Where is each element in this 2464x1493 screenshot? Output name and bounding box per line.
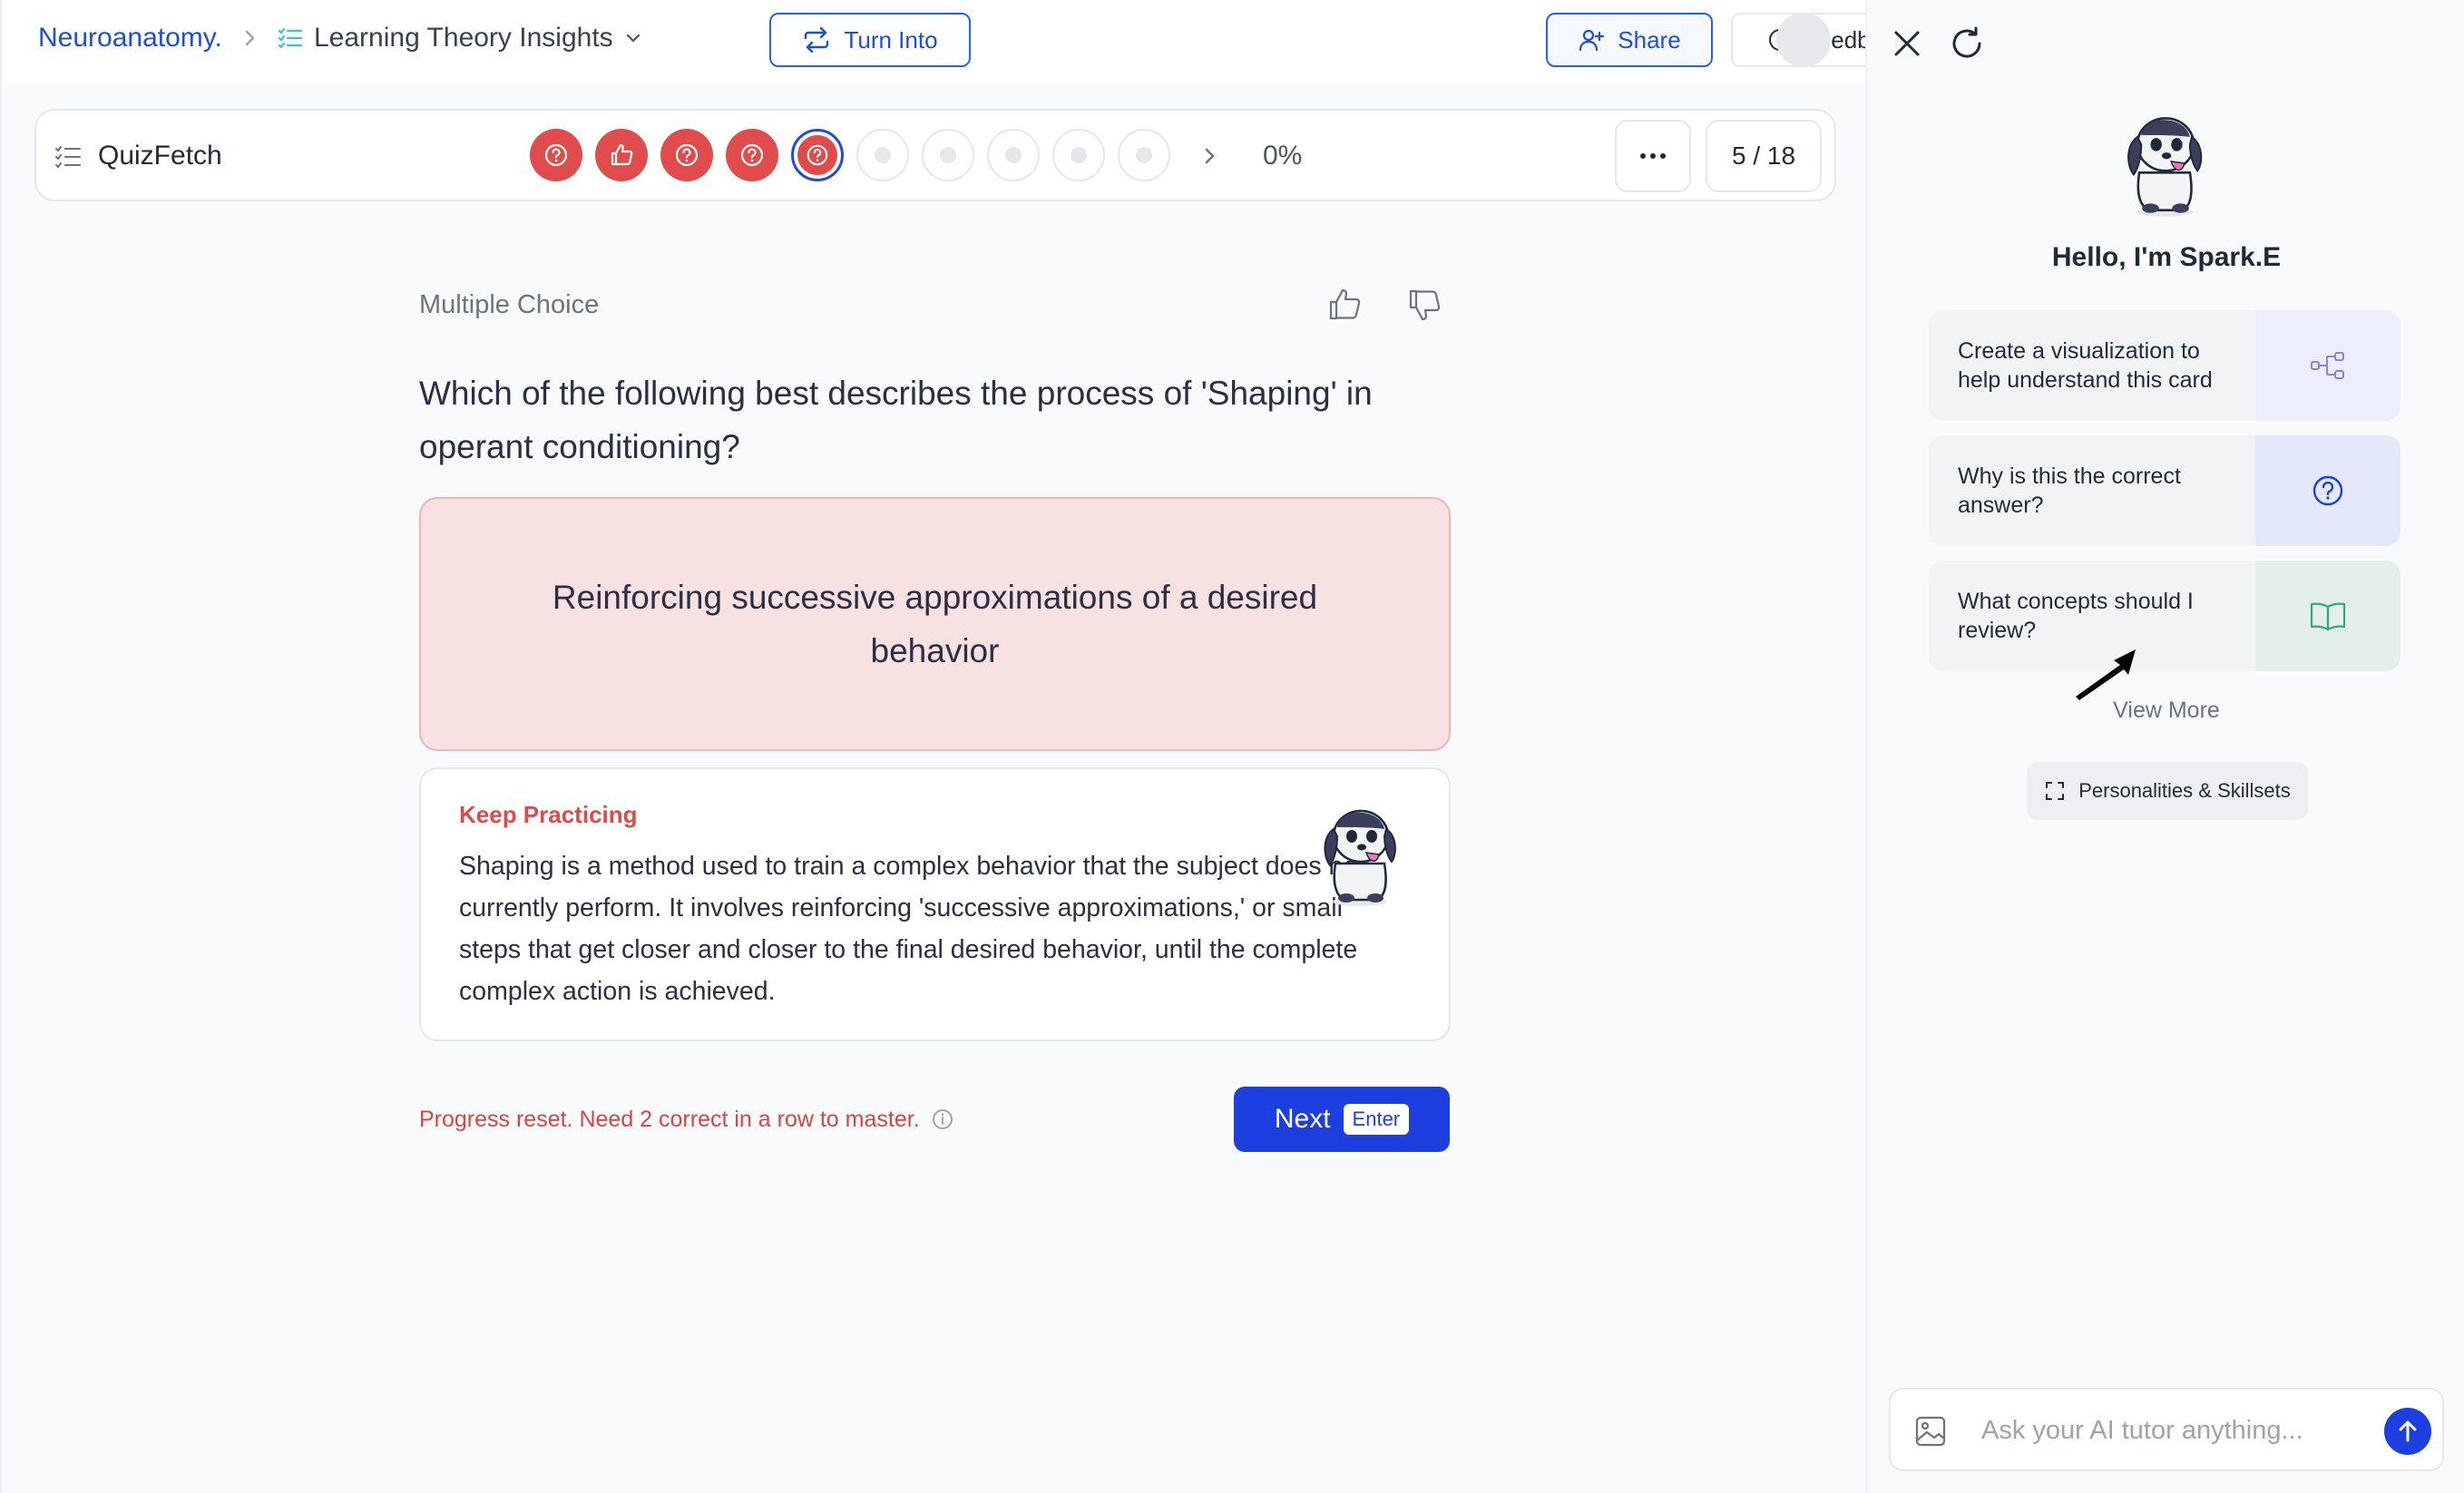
question-text: Which of the following best describes th… [419, 375, 1373, 465]
question-circle-icon [740, 143, 764, 167]
suggestion-label: Why is this the correct answer? [1958, 464, 2181, 518]
deck-title: Learning Theory Insights [314, 23, 613, 53]
enter-key-hint: Enter [1343, 1104, 1410, 1135]
question-counter[interactable]: 5 / 18 [1706, 120, 1822, 192]
open-book-icon [2310, 602, 2346, 631]
reset-message-text: Progress reset. Need 2 correct in a row … [419, 1107, 920, 1132]
chevron-right-icon [245, 30, 255, 46]
ai-tutor-panel: Hello, I'm Spark.E Create a visualizatio… [1865, 0, 2464, 1493]
avatar[interactable] [1776, 13, 1831, 67]
question-circle-icon [2312, 475, 2343, 506]
send-button[interactable] [2384, 1408, 2431, 1455]
close-icon[interactable] [1887, 24, 1927, 63]
next-button[interactable]: Next Enter [1234, 1087, 1450, 1152]
selected-answer-card[interactable]: Reinforcing successive approximations of… [419, 497, 1451, 751]
repeat-icon [805, 27, 829, 53]
explanation-text: Shaping is a method used to train a comp… [459, 852, 1365, 1006]
progress-reset-message: Progress reset. Need 2 correct in a row … [419, 1103, 954, 1136]
add-user-icon [1579, 29, 1605, 52]
more-options-button[interactable] [1615, 120, 1691, 192]
suggestion-visualization[interactable]: Create a visualization to help understan… [1929, 310, 2400, 421]
share-label: Share [1618, 25, 1681, 54]
refresh-icon[interactable] [1947, 24, 1987, 63]
progress-dot-10[interactable] [1118, 129, 1170, 181]
image-upload-icon[interactable] [1912, 1413, 1949, 1449]
next-label: Next [1274, 1104, 1331, 1134]
progress-dot-9[interactable] [1052, 129, 1105, 181]
suggestion-icon-area [2255, 561, 2400, 671]
breadcrumb-deck[interactable]: Learning Theory Insights [278, 20, 642, 56]
suggestion-icon-area [2255, 310, 2400, 421]
view-more-link[interactable]: View More [1867, 695, 2464, 726]
personalities-skillsets-button[interactable]: Personalities & Skillsets [2027, 762, 2308, 820]
thumbs-up-icon [611, 143, 633, 166]
robot-dog-mascot-icon [1324, 809, 1396, 906]
tutor-greeting: Hello, I'm Spark.E [2051, 242, 2282, 272]
chevron-right-icon[interactable] [1199, 143, 1221, 169]
suggestion-correct-answer[interactable]: Why is this the correct answer? [1929, 435, 2400, 546]
thumbs-up-button[interactable] [1323, 283, 1366, 327]
progress-dot-6[interactable] [856, 129, 909, 181]
turn-into-button[interactable]: Turn Into [769, 13, 971, 67]
expand-icon [2046, 782, 2065, 800]
robot-dog-mascot-icon [2127, 117, 2203, 217]
chat-composer [1889, 1388, 2444, 1471]
progress-dot-5-current[interactable] [791, 129, 844, 181]
question-circle-icon [675, 143, 699, 167]
chevron-down-icon [626, 34, 640, 43]
progress-dot-4[interactable] [726, 129, 778, 181]
chat-input[interactable] [1981, 1410, 2362, 1451]
question-circle-icon [807, 144, 828, 166]
explanation-card: Keep Practicing Shaping is a method used… [419, 767, 1451, 1041]
turn-into-label: Turn Into [844, 25, 938, 54]
ellipsis-icon [1640, 153, 1666, 159]
info-circle-icon[interactable] [931, 1108, 954, 1131]
selected-answer-text: Reinforcing successive approximations of… [552, 579, 1318, 669]
progress-percent: 0% [1263, 141, 1303, 171]
progress-dot-1[interactable] [530, 129, 582, 181]
thumbs-up-icon [1329, 288, 1361, 320]
mouse-pointer-icon [2076, 649, 2136, 700]
checklist-icon [55, 146, 81, 169]
progress-dot-7[interactable] [922, 129, 974, 181]
main-app: Neuroanatomy. Learning Theory Insights T… [0, 0, 2010, 1493]
question-circle-icon [544, 143, 568, 167]
checklist-icon [278, 27, 303, 49]
share-button[interactable]: Share [1546, 13, 1713, 67]
suggestion-review-concepts[interactable]: What concepts should I review? [1929, 561, 2400, 671]
suggestion-icon-area [2255, 435, 2400, 546]
progress-dot-2[interactable] [595, 129, 648, 181]
question-type: Multiple Choice [419, 290, 600, 319]
arrow-up-icon [2399, 1420, 2417, 1442]
flowchart-icon [2311, 352, 2344, 379]
personalities-label: Personalities & Skillsets [2078, 779, 2291, 802]
breadcrumb-root[interactable]: Neuroanatomy. [38, 20, 222, 56]
progress-dot-3[interactable] [660, 129, 713, 181]
quiz-progress-bar: QuizFetch 0% 5 / 18 [34, 109, 1836, 201]
quiz-title: QuizFetch [98, 141, 222, 171]
progress-dot-8[interactable] [987, 129, 1040, 181]
thumbs-down-icon [1409, 289, 1441, 321]
top-bar: Neuroanatomy. Learning Theory Insights T… [2, 0, 2010, 83]
suggestion-label: Create a visualization to help understan… [1958, 338, 2213, 393]
thumbs-down-button[interactable] [1403, 283, 1446, 327]
explanation-title: Keep Practicing [459, 801, 638, 828]
